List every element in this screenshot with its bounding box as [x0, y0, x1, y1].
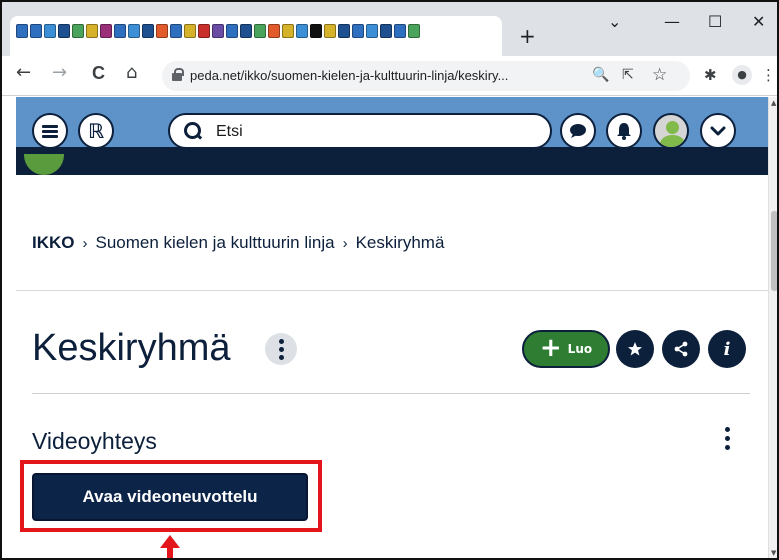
tab-favicon: [226, 24, 238, 38]
back-icon[interactable]: ←: [16, 64, 31, 82]
info-button[interactable]: i: [708, 330, 746, 368]
scroll-up-icon[interactable]: ▲: [771, 100, 776, 107]
new-tab-button[interactable]: +: [519, 26, 536, 46]
page-title: Keskiryhmä: [32, 327, 231, 369]
tab-favicon: [296, 24, 308, 38]
tab-favicon: [380, 24, 392, 38]
highlight-box: [20, 460, 322, 532]
tab-favicons: [16, 24, 420, 38]
star-icon: [628, 342, 642, 356]
search-input[interactable]: Etsi: [168, 113, 552, 149]
menu-button[interactable]: [32, 113, 68, 149]
site-header: ℝ Etsi: [16, 97, 770, 175]
tab-favicon: [366, 24, 378, 38]
tab-favicon: [30, 24, 42, 38]
breadcrumb-item-ikko[interactable]: IKKO: [32, 233, 75, 252]
lock-icon[interactable]: [172, 68, 184, 81]
scrollbar[interactable]: ▲ ▼: [768, 97, 777, 558]
avatar-body: [660, 135, 685, 147]
tab-favicon: [268, 24, 280, 38]
home-icon[interactable]: ⌂: [126, 64, 137, 82]
breadcrumb-separator: ›: [82, 235, 88, 252]
share-page-icon[interactable]: ⇱: [622, 67, 634, 83]
chat-bubble-icon: [570, 124, 586, 138]
tab-strip: + ⌄ — ☐ ✕: [2, 2, 777, 56]
tab-favicon: [100, 24, 112, 38]
breadcrumb-item-linja[interactable]: Suomen kielen ja kulttuurin linja: [96, 233, 335, 252]
section-title: Videoyhteys: [32, 428, 157, 454]
scroll-thumb[interactable]: [771, 211, 777, 291]
create-button-label: Luo: [567, 342, 593, 356]
header-strip: [16, 147, 770, 175]
chevron-down-icon: [710, 126, 726, 136]
divider: [32, 393, 750, 394]
search-placeholder: Etsi: [216, 123, 243, 140]
tab-favicon: [198, 24, 210, 38]
forward-icon[interactable]: →: [52, 64, 67, 82]
tab-favicon: [72, 24, 84, 38]
tab-favicon: [324, 24, 336, 38]
avatar[interactable]: [653, 113, 689, 149]
share-button[interactable]: [662, 330, 700, 368]
messages-button[interactable]: [560, 113, 596, 149]
tab-favicon: [58, 24, 70, 38]
plus-icon: +: [539, 333, 562, 363]
avatar-head: [666, 121, 679, 134]
address-bar[interactable]: peda.net/ikko/suomen-kielen-ja-kulttuuri…: [162, 61, 690, 91]
create-button[interactable]: + Luo: [522, 330, 610, 368]
reload-icon[interactable]: C: [92, 64, 105, 82]
notifications-button[interactable]: [606, 113, 642, 149]
browser-menu-icon[interactable]: ⋮: [761, 66, 776, 84]
maximize-icon[interactable]: ☐: [708, 14, 722, 30]
more-vertical-icon: [278, 338, 284, 360]
tab-favicon: [128, 24, 140, 38]
minimize-icon[interactable]: —: [664, 14, 680, 30]
account-dropdown-button[interactable]: [700, 113, 736, 149]
main-content: IKKO › Suomen kielen ja kulttuurin linja › K…: [16, 175, 768, 558]
tab-favicon: [212, 24, 224, 38]
search-icon: [184, 122, 202, 140]
share-icon: [674, 341, 688, 357]
tab-favicon: [16, 24, 28, 38]
peda-logo-icon: ℝ: [87, 119, 105, 143]
scroll-down-icon[interactable]: ▼: [771, 550, 776, 557]
tab-favicon: [156, 24, 168, 38]
profile-icon[interactable]: ●: [732, 65, 752, 85]
tab-favicon: [282, 24, 294, 38]
tab-favicon: [394, 24, 406, 38]
url-text[interactable]: peda.net/ikko/suomen-kielen-ja-kulttuuri…: [190, 68, 508, 83]
bell-icon: [617, 123, 631, 140]
browser-toolbar: ← → C ⌂ peda.net/ikko/suomen-kielen-ja-k…: [2, 56, 777, 96]
divider: [16, 290, 768, 291]
tab-favicon: [352, 24, 364, 38]
tab-favicon: [240, 24, 252, 38]
tab-favicon: [310, 24, 322, 38]
tab-favicon: [114, 24, 126, 38]
close-icon[interactable]: ✕: [752, 14, 765, 30]
bookmark-star-icon[interactable]: ☆: [652, 65, 667, 85]
tab-favicon: [338, 24, 350, 38]
breadcrumb-item-keskiryhma[interactable]: Keskiryhmä: [356, 233, 445, 252]
pointer-arrow-shaft: [167, 546, 173, 558]
hamburger-icon: [42, 124, 58, 138]
tab-favicon: [184, 24, 196, 38]
info-icon: i: [723, 338, 731, 360]
browser-window: + ⌄ — ☐ ✕ ← → C ⌂ peda.net/ikko/suomen-k…: [0, 0, 779, 560]
logo-button[interactable]: ℝ: [78, 113, 114, 149]
tab-favicon: [170, 24, 182, 38]
tab-search-dropdown-icon[interactable]: ⌄: [608, 14, 621, 30]
breadcrumb: IKKO › Suomen kielen ja kulttuurin linja › K…: [32, 233, 444, 253]
tab-favicon: [142, 24, 154, 38]
zoom-icon[interactable]: 🔍: [592, 67, 609, 83]
section-options-icon[interactable]: [725, 427, 730, 450]
tab-favicon: [44, 24, 56, 38]
breadcrumb-separator: ›: [342, 235, 348, 252]
tab-favicon: [254, 24, 266, 38]
page-options-button[interactable]: [265, 333, 297, 365]
tab-favicon: [86, 24, 98, 38]
favorite-button[interactable]: [616, 330, 654, 368]
tab-favicon: [408, 24, 420, 38]
extensions-icon[interactable]: ✱: [704, 66, 717, 84]
